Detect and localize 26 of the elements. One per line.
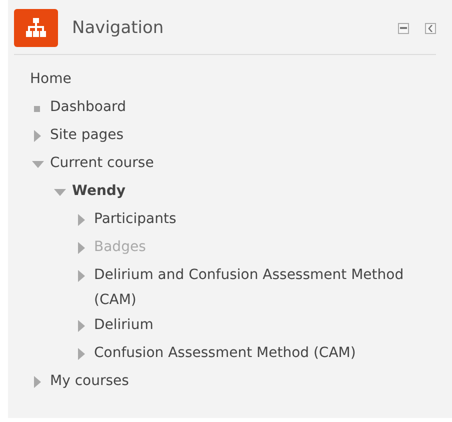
nav-link[interactable]: Home — [30, 67, 72, 92]
expand-arrow-icon[interactable] — [78, 270, 85, 282]
nav-link[interactable]: Dashboard — [50, 95, 126, 120]
nav-link[interactable]: Wendy — [72, 179, 126, 204]
sitemap-icon — [14, 9, 58, 47]
minimize-button[interactable] — [398, 22, 409, 34]
chevron-left-icon — [428, 24, 433, 32]
nav-link[interactable]: Current course — [50, 151, 154, 176]
collapse-arrow-icon[interactable] — [32, 160, 44, 168]
nav-link[interactable]: My courses — [50, 369, 129, 394]
minus-icon — [400, 27, 407, 29]
nav-link[interactable]: Delirium — [94, 313, 154, 338]
collapse-arrow-icon[interactable] — [54, 188, 66, 196]
dock-button[interactable] — [425, 22, 436, 34]
expand-arrow-icon[interactable] — [78, 242, 85, 254]
block-title: Navigation — [72, 18, 165, 38]
nav-link[interactable]: Site pages — [50, 123, 124, 148]
expand-arrow-icon[interactable] — [78, 348, 85, 360]
nav-link[interactable]: Delirium and Confusion Assessment Method (CAM) — [94, 263, 436, 313]
expand-arrow-icon[interactable] — [34, 376, 41, 388]
nav-link[interactable]: Participants — [94, 207, 176, 232]
nav-link[interactable]: Confusion Assessment Method (CAM) — [94, 341, 356, 366]
expand-arrow-icon[interactable] — [78, 320, 85, 332]
expand-arrow-icon[interactable] — [34, 130, 41, 142]
expand-arrow-icon[interactable] — [78, 214, 85, 226]
bullet-icon — [34, 106, 40, 112]
